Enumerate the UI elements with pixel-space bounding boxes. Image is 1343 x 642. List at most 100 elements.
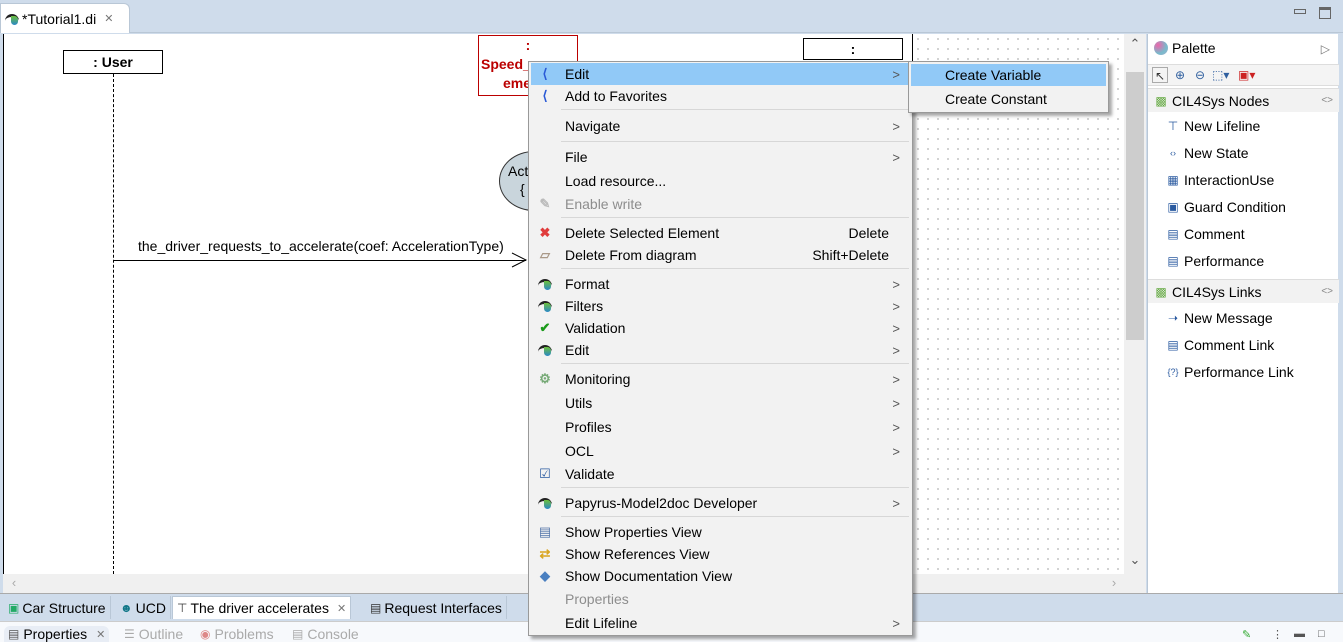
menu-item-edit-2[interactable]: Edit > — [531, 339, 910, 361]
lifeline-user-line — [113, 74, 114, 574]
close-icon[interactable]: ✕ — [104, 12, 113, 25]
palette-item-label: Performance — [1184, 253, 1265, 269]
menu-item-create-variable[interactable]: Create Variable — [911, 64, 1106, 86]
minimize-button[interactable] — [1294, 9, 1306, 14]
menu-item-validation[interactable]: ✔ Validation > — [531, 317, 910, 339]
menu-item-label: Validation — [565, 320, 626, 336]
menu-separator — [561, 487, 909, 488]
chevron-right-icon: > — [892, 320, 900, 336]
menu-item-validate[interactable]: ☑ Validate — [531, 463, 910, 485]
close-icon[interactable]: ✕ — [96, 628, 105, 641]
zoom-out-icon[interactable]: ⊖ — [1192, 67, 1208, 83]
palette-item-comment[interactable]: ▤ Comment — [1166, 226, 1244, 242]
view-tab-outline[interactable]: ☰ Outline — [124, 626, 183, 642]
menu-item-edit-lifeline[interactable]: Edit Lifeline > — [531, 612, 910, 634]
tab-label: The driver accelerates — [190, 600, 329, 616]
menu-item-properties[interactable]: Properties — [531, 588, 910, 610]
menu-item-show-documentation-view[interactable]: ◆ Show Documentation View — [531, 565, 910, 587]
maximize-button[interactable] — [1319, 7, 1331, 19]
message-label[interactable]: the_driver_requests_to_accelerate(coef: … — [138, 238, 504, 254]
diagram-grid — [912, 34, 1124, 574]
chevron-right-icon: > — [892, 495, 900, 511]
lifeline-third[interactable]: : — [803, 38, 903, 60]
use-case-icon: ☻ — [120, 600, 133, 615]
tab-label: Request Interfaces — [384, 599, 502, 616]
menu-item-file[interactable]: File > — [531, 146, 910, 168]
tab-ucd[interactable]: ☻ UCD — [116, 596, 171, 619]
drawer-icon: ▩ — [1155, 93, 1167, 108]
state-icon: ‹› — [1170, 148, 1176, 158]
vertical-scrollbar[interactable]: ⌃ ⌄ — [1124, 34, 1146, 574]
scroll-up-icon[interactable]: ⌃ — [1124, 36, 1146, 52]
menu-item-create-constant[interactable]: Create Constant — [911, 88, 1106, 110]
menu-item-label: Navigate — [565, 118, 621, 134]
checkmark-icon: ✔ — [539, 320, 551, 335]
scroll-right-icon[interactable]: › — [1103, 575, 1125, 590]
marquee-icon[interactable]: ⬚▾ — [1212, 67, 1229, 83]
palette-item-performance[interactable]: ▤ Performance — [1166, 253, 1264, 269]
scroll-down-icon[interactable]: ⌄ — [1124, 552, 1146, 568]
tab-the-driver-accelerates[interactable]: ⊤ The driver accelerates ✕ — [172, 596, 352, 619]
menu-item-load-resource[interactable]: Load resource... — [531, 170, 910, 192]
context-menu: ⟨ Edit > ⟨ Add to Favorites Navigate > F… — [528, 61, 913, 636]
scroll-left-icon[interactable]: ‹ — [3, 575, 25, 590]
menu-item-profiles[interactable]: Profiles > — [531, 416, 910, 438]
tab-car-structure[interactable]: ▣ Car Structure — [4, 596, 111, 619]
message-line[interactable] — [114, 260, 526, 261]
menu-item-monitoring[interactable]: ⚙ Monitoring > — [531, 368, 910, 390]
pin-editor-icon[interactable]: ✎ — [1242, 628, 1251, 641]
lifeline-user[interactable]: : User — [63, 50, 163, 74]
view-tab-label: Problems — [214, 626, 274, 642]
menu-item-papyrus-model2doc-developer[interactable]: Papyrus-Model2doc Developer > — [531, 492, 910, 514]
pin-icon[interactable]: <> — [1321, 286, 1333, 297]
drawer-cil4sys-links[interactable]: ▩ CIL4Sys Links <> — [1148, 279, 1339, 303]
menu-item-show-references-view[interactable]: ⇄ Show References View — [531, 543, 910, 565]
zoom-in-icon[interactable]: ⊕ — [1172, 67, 1188, 83]
chevron-right-icon: > — [892, 118, 900, 134]
palette-item-performance-link[interactable]: {?} Performance Link — [1166, 364, 1293, 380]
select-tool-icon[interactable]: ↖ — [1152, 67, 1168, 83]
palette-item-label: InteractionUse — [1184, 172, 1275, 188]
menu-item-delete-selected-element[interactable]: ✖ Delete Selected Element Delete — [531, 222, 910, 244]
edit-back-icon: ⟨ — [542, 88, 548, 103]
menu-item-filters[interactable]: Filters > — [531, 295, 910, 317]
maximize-view-icon[interactable]: □ — [1318, 628, 1325, 640]
palette-item-new-lifeline[interactable]: ⊤ New Lifeline — [1166, 118, 1261, 134]
pencil-icon: ✎ — [539, 196, 551, 211]
menu-item-label: Papyrus-Model2doc Developer — [565, 495, 758, 511]
menu-item-show-properties-view[interactable]: ▤ Show Properties View — [531, 521, 910, 543]
interaction-use-icon: ▦ — [1167, 173, 1179, 187]
menu-item-add-to-favorites[interactable]: ⟨ Add to Favorites — [531, 85, 910, 107]
connection-marquee-icon[interactable]: ▣▾ — [1238, 67, 1255, 83]
palette-item-comment-link[interactable]: ▤ Comment Link — [1166, 337, 1274, 353]
menu-item-navigate[interactable]: Navigate > — [531, 115, 910, 137]
palette-header: Palette — [1154, 40, 1216, 56]
table-icon: ▤ — [8, 627, 20, 641]
palette-item-new-state[interactable]: ‹› New State — [1166, 145, 1249, 161]
pin-icon[interactable]: <> — [1321, 95, 1333, 106]
menu-item-label: Add to Favorites — [565, 88, 667, 104]
view-tab-problems[interactable]: ◉ Problems — [200, 626, 274, 642]
chevron-right-icon: > — [892, 149, 900, 165]
view-tab-console[interactable]: ▤ Console — [292, 626, 359, 642]
palette-item-interaction-use[interactable]: ▦ InteractionUse — [1166, 172, 1274, 188]
tab-request-interfaces[interactable]: ▤ Request Interfaces — [366, 596, 507, 619]
menu-item-format[interactable]: Format > — [531, 273, 910, 295]
menu-separator — [561, 363, 909, 364]
menu-item-utils[interactable]: Utils > — [531, 392, 910, 414]
editor-tab-tutorial1[interactable]: *Tutorial1.di ✕ — [0, 3, 130, 33]
menu-item-ocl[interactable]: OCL > — [531, 440, 910, 462]
palette-item-new-message[interactable]: ➝ New Message — [1166, 310, 1273, 326]
drawer-cil4sys-nodes[interactable]: ▩ CIL4Sys Nodes <> — [1148, 88, 1339, 112]
menu-item-edit[interactable]: ⟨ Edit > — [531, 63, 910, 85]
menu-item-enable-write[interactable]: ✎ Enable write — [531, 193, 910, 215]
close-icon[interactable]: ✕ — [337, 602, 346, 615]
scrollbar-thumb[interactable] — [1126, 72, 1144, 340]
palette-item-guard-condition[interactable]: ▣ Guard Condition — [1166, 199, 1286, 215]
view-menu-icon[interactable]: ⋮ — [1272, 628, 1283, 641]
minimize-view-icon[interactable]: ▬ — [1294, 628, 1305, 640]
menu-item-delete-from-diagram[interactable]: ▱ Delete From diagram Shift+Delete — [531, 244, 910, 266]
view-tab-properties[interactable]: ▤ Properties ✕ — [4, 626, 110, 642]
palette-collapse-icon[interactable]: ▷ — [1321, 42, 1330, 56]
guard-condition-icon: ▣ — [1167, 200, 1179, 214]
